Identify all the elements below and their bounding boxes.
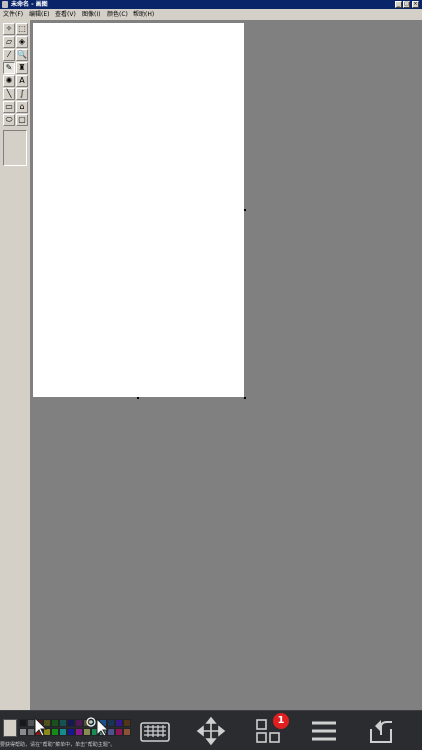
palette-swatch[interactable] [19, 719, 27, 727]
brush-tool[interactable]: ♜ [16, 62, 28, 74]
menu-edit[interactable]: 编辑(E) [29, 9, 49, 20]
notification-badge: 1 [273, 713, 289, 729]
drawing-canvas[interactable] [33, 23, 244, 397]
minimize-button[interactable]: _ [395, 1, 402, 8]
menu-image[interactable]: 图像(I) [82, 9, 100, 20]
pointer-cursor-icon [34, 717, 48, 737]
resize-handle-right[interactable] [244, 209, 246, 211]
palette-swatch[interactable] [67, 719, 75, 727]
ellipse-tool[interactable]: ⬭ [3, 114, 15, 126]
maximize-button[interactable]: □ [403, 1, 410, 8]
screen: 未命名 - 画图 _ □ × 文件(F) 编辑(E) 查看(V) 图像(I) 颜… [0, 0, 422, 750]
free-select-tool[interactable]: ✧ [3, 23, 15, 35]
eraser-tool[interactable]: ▱ [3, 36, 15, 48]
palette-swatch[interactable] [67, 728, 75, 736]
menu-colors[interactable]: 颜色(C) [107, 9, 128, 20]
palette-swatch[interactable] [59, 719, 67, 727]
fill-tool[interactable]: ◈ [16, 36, 28, 48]
back-icon[interactable] [363, 715, 399, 747]
palette-swatch[interactable] [75, 728, 83, 736]
text-tool[interactable]: A [16, 75, 28, 87]
menu-file[interactable]: 文件(F) [3, 9, 23, 20]
color-palette [3, 717, 133, 743]
palette-swatch[interactable] [115, 719, 123, 727]
current-colors[interactable] [3, 719, 17, 737]
palette-swatch[interactable] [115, 728, 123, 736]
airbrush-tool[interactable]: ✺ [3, 75, 15, 87]
menu-icon[interactable] [306, 715, 342, 747]
close-button[interactable]: × [412, 1, 419, 8]
palette-swatch[interactable] [19, 728, 27, 736]
color-picker-tool[interactable]: ⁄ [3, 49, 15, 61]
palette-swatch[interactable] [51, 719, 59, 727]
line-tool[interactable]: ╲ [3, 88, 15, 100]
tool-options-box[interactable] [3, 130, 27, 166]
palette-swatch[interactable] [123, 728, 131, 736]
title-bar: 未命名 - 画图 _ □ × [0, 0, 422, 9]
menu-view[interactable]: 查看(V) [55, 9, 76, 20]
menu-bar: 文件(F) 编辑(E) 查看(V) 图像(I) 颜色(C) 帮助(H) [0, 9, 422, 20]
palette-swatch[interactable] [51, 728, 59, 736]
resize-handle-corner[interactable] [244, 397, 246, 399]
tool-panel: ✧ ⬚ ▱ ◈ ⁄ 🔍 ✎ ♜ ✺ A ╲ ∫ ▭ ⌂ ⬭ ▢ [0, 20, 31, 710]
paint-app-icon [2, 1, 8, 8]
resize-handle-bottom[interactable] [137, 397, 139, 399]
menu-help[interactable]: 帮助(H) [133, 9, 154, 20]
palette-swatch[interactable] [123, 719, 131, 727]
palette-swatch[interactable] [75, 719, 83, 727]
curve-tool[interactable]: ∫ [16, 88, 28, 100]
rectangle-tool[interactable]: ▭ [3, 101, 15, 113]
palette-swatch[interactable] [59, 728, 67, 736]
window-title: 未命名 - 画图 [11, 1, 48, 8]
zoom-cursor-icon [86, 717, 110, 736]
pencil-tool[interactable]: ✎ [3, 62, 15, 74]
rect-select-tool[interactable]: ⬚ [16, 23, 28, 35]
polygon-tool[interactable]: ⌂ [16, 101, 28, 113]
magnifier-tool[interactable]: 🔍 [16, 49, 28, 61]
status-bar-text: 要获得帮助，请在“帮助”菜单中，单击“帮助主题”。 [0, 742, 116, 748]
canvas-area [31, 20, 422, 710]
rounded-rect-tool[interactable]: ▢ [16, 114, 28, 126]
